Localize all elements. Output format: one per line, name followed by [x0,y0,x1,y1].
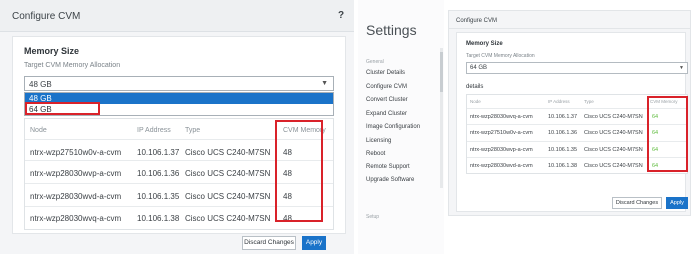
highlight-cvm-memory-column [647,96,688,172]
sidebar-item-upgrade-software[interactable]: Upgrade Software [366,177,414,183]
highlight-cvm-memory-column [275,120,323,222]
section-setup-label: Setup [366,214,380,220]
column-header-type: Type [584,99,594,104]
sidebar-item-reboot[interactable]: Reboot [366,151,385,157]
column-header-ip: IP Address [137,127,171,134]
cell-type: Cisco UCS C240-M7SN [584,163,643,169]
sidebar-item-image-configuration[interactable]: Image Configuration [366,124,420,130]
memory-allocation-label: Target CVM Memory Allocation [466,53,535,59]
select-value: 48 GB [29,80,52,89]
column-header-node: Node [470,99,481,104]
section-general-label: General [366,59,384,65]
column-header-node: Node [30,127,47,134]
details-heading: details [466,84,484,90]
left-configure-cvm-dialog: Configure CVM ? Memory Size Target CVM M… [0,0,354,254]
cell-ip: 10.106.1.37 [137,148,180,157]
memory-allocation-label: Target CVM Memory Allocation [24,62,121,69]
dialog-title: Configure CVM [12,11,81,22]
cell-type: Cisco UCS C240-M7SN [185,169,271,178]
cell-node: ntrx-wzp28030wvp-a-cvm [470,147,533,153]
discard-changes-button[interactable]: Discard Changes [242,236,296,250]
sidebar-item-remote-support[interactable]: Remote Support [366,164,410,170]
sidebar-item-configure-cvm[interactable]: Configure CVM [366,84,407,90]
apply-button[interactable]: Apply [302,236,326,250]
cell-ip: 10.106.1.35 [548,147,578,153]
cell-ip: 10.106.1.38 [137,214,180,223]
discard-changes-button[interactable]: Discard Changes [612,197,662,209]
memory-allocation-select[interactable]: 48 GB ▼ [24,76,334,91]
cell-node: ntrx-wzp27510w0v-a-cvm [30,148,122,157]
help-icon[interactable]: ? [338,10,344,21]
cell-type: Cisco UCS C240-M7SN [185,148,271,157]
cell-type: Cisco UCS C240-M7SN [185,214,271,223]
memory-allocation-select[interactable]: 64 GB ▼ [466,62,688,74]
cell-type: Cisco UCS C240-M7SN [584,114,643,120]
title-divider [448,28,691,29]
cell-node: ntrx-wzp27510w0v-a-cvm [470,130,533,136]
cell-node: ntrx-wzp28030wvq-a-cvm [30,214,122,223]
memory-size-heading: Memory Size [466,41,503,47]
sidebar-item-cluster-details[interactable]: Cluster Details [366,70,405,76]
cell-type: Cisco UCS C240-M7SN [185,192,271,201]
panel-title: Configure CVM [456,18,498,24]
memory-size-heading: Memory Size [24,46,80,56]
sidebar-item-licensing[interactable]: Licensing [366,138,391,144]
cell-node: ntrx-wzp28030wvq-a-cvm [470,114,533,120]
sidebar-scrollbar-thumb[interactable] [440,52,443,92]
cell-type: Cisco UCS C240-M7SN [584,130,643,136]
cell-ip: 10.106.1.36 [548,130,578,136]
column-header-ip: IP Address [548,99,570,104]
chevron-down-icon: ▼ [679,65,684,71]
right-settings-window: Settings General Cluster Details Configu… [358,0,697,254]
sidebar-item-convert-cluster[interactable]: Convert Cluster [366,97,408,103]
cell-node: ntrx-wzp28030wvd-a-cvm [30,192,122,201]
sidebar-item-expand-cluster[interactable]: Expand Cluster [366,111,407,117]
cell-ip: 10.106.1.38 [548,163,578,169]
chevron-down-icon: ▼ [321,80,328,87]
column-header-type: Type [185,127,201,134]
cell-type: Cisco UCS C240-M7SN [584,147,643,153]
settings-title: Settings [366,22,417,38]
highlight-64gb-box [25,102,100,115]
cell-ip: 10.106.1.35 [137,192,180,201]
cell-node: ntrx-wzp28030wvp-a-cvm [30,169,122,178]
cell-ip: 10.106.1.36 [137,169,180,178]
cell-node: ntrx-wzp28030wvd-a-cvm [470,163,533,169]
cell-ip: 10.106.1.37 [548,114,578,120]
select-value: 64 GB [470,65,488,71]
apply-button[interactable]: Apply [666,197,688,209]
